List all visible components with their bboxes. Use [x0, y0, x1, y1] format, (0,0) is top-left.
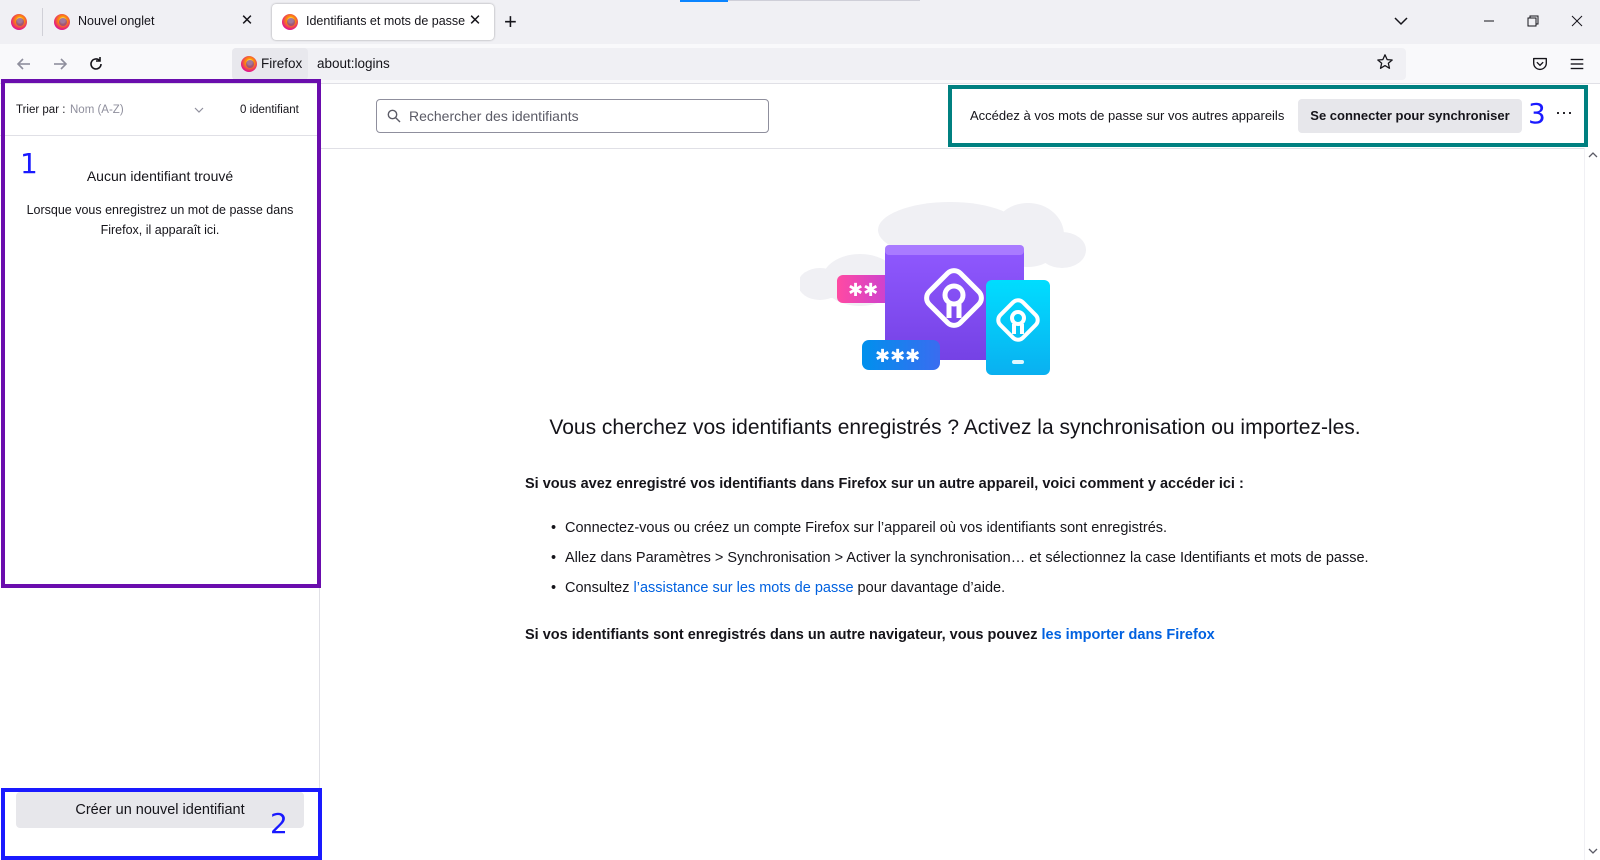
tab-title: Nouvel onglet: [78, 14, 155, 28]
tab-progress-indicator: [680, 0, 728, 2]
list-all-tabs-icon[interactable]: [1392, 12, 1410, 30]
logins-sidebar: Trier par : Nom (A-Z) 0 identifiant Aucu…: [0, 84, 320, 860]
header-divider: [320, 148, 1584, 149]
bookmark-star-icon[interactable]: [1376, 53, 1394, 71]
back-icon[interactable]: [14, 54, 34, 74]
empty-list-title: Aucun identifiant trouvé: [86, 168, 234, 184]
password-support-link[interactable]: l’assistance sur les mots de passe: [634, 580, 854, 596]
step-text: pour davantage d’aide.: [853, 580, 1006, 596]
restore-icon[interactable]: [1524, 12, 1542, 30]
annotation-number-3: 3: [1528, 97, 1546, 130]
annotation-number-2: 2: [270, 807, 288, 840]
url-text[interactable]: about:logins: [317, 56, 390, 71]
menu-icon[interactable]: [1568, 55, 1586, 73]
sync-illustration: ✱✱ ✱✱✱: [800, 202, 1086, 375]
firefox-favicon-icon: [282, 14, 298, 30]
navigation-bar: Firefox about:logins: [0, 44, 1600, 84]
search-input[interactable]: [409, 100, 759, 132]
minimize-icon[interactable]: [1480, 12, 1498, 30]
scrollbar[interactable]: [1584, 148, 1600, 860]
sync-signin-button[interactable]: Se connecter pour synchroniser: [1298, 99, 1522, 133]
tab-progress-track: [728, 0, 920, 1]
close-window-icon[interactable]: [1568, 12, 1586, 30]
identity-label: Firefox: [261, 56, 303, 71]
sort-row: Trier par : Nom (A-Z) 0 identifiant: [0, 84, 320, 136]
url-bar[interactable]: Firefox about:logins: [232, 48, 1406, 80]
step-text: Consultez: [565, 580, 634, 596]
step-text: Allez dans Paramètres > Synchronisation …: [565, 550, 1369, 566]
forward-icon[interactable]: [50, 54, 70, 74]
tab-new-tab[interactable]: Nouvel onglet ✕: [44, 4, 266, 40]
close-tab-icon[interactable]: ✕: [238, 12, 256, 30]
list-item: Connectez-vous ou créez un compte Firefo…: [551, 520, 1369, 550]
empty-list-description: Lorsque vous enregistrez un mot de passe…: [26, 203, 294, 237]
chevron-down-icon[interactable]: [194, 105, 204, 115]
sort-label: Trier par :: [16, 104, 66, 116]
create-login-button[interactable]: Créer un nouvel identifiant: [16, 792, 304, 828]
import-text: Si vos identifiants sont enregistrés dan…: [525, 627, 1215, 643]
import-link[interactable]: les importer dans Firefox: [1042, 627, 1215, 643]
scroll-down-icon[interactable]: [1588, 846, 1598, 856]
sort-select[interactable]: Nom (A-Z): [70, 104, 124, 116]
firefox-view-icon[interactable]: [11, 14, 27, 30]
more-options-icon[interactable]: ⋯: [1552, 104, 1576, 128]
main-heading: Vous cherchez vos identifiants enregistr…: [549, 416, 1361, 439]
search-icon: [387, 109, 401, 123]
illustration-stars-big: ✱✱✱: [875, 346, 920, 367]
tab-strip: Nouvel onglet ✕ Identifiants et mots de …: [0, 0, 1600, 44]
illustration-stars-small: ✱✱: [848, 280, 878, 301]
tab-logins[interactable]: Identifiants et mots de passe ✕: [272, 4, 494, 40]
scroll-up-icon[interactable]: [1588, 150, 1598, 160]
intro-text: Si vous avez enregistré vos identifiants…: [525, 476, 1244, 492]
login-count: 0 identifiant: [240, 104, 299, 116]
sync-prompt-text: Accédez à vos mots de passe sur vos autr…: [970, 108, 1285, 123]
tab-title: Identifiants et mots de passe: [306, 14, 466, 28]
import-prefix: Si vos identifiants sont enregistrés dan…: [525, 627, 1042, 643]
steps-list: Connectez-vous ou créez un compte Firefo…: [551, 520, 1369, 610]
search-box[interactable]: [376, 99, 769, 133]
firefox-identity-icon: [241, 56, 257, 72]
tab-separator: [42, 8, 43, 36]
step-text: Connectez-vous ou créez un compte Firefo…: [565, 520, 1168, 536]
firefox-favicon-icon: [54, 14, 70, 30]
pocket-icon[interactable]: [1531, 55, 1549, 73]
new-tab-button[interactable]: +: [504, 11, 517, 33]
annotation-number-1: 1: [20, 147, 38, 180]
identity-box[interactable]: Firefox: [232, 48, 308, 80]
close-tab-icon[interactable]: ✕: [466, 12, 484, 30]
reload-icon[interactable]: [86, 54, 106, 74]
list-item: Allez dans Paramètres > Synchronisation …: [551, 550, 1369, 580]
list-item: Consultez l’assistance sur les mots de p…: [551, 580, 1369, 610]
